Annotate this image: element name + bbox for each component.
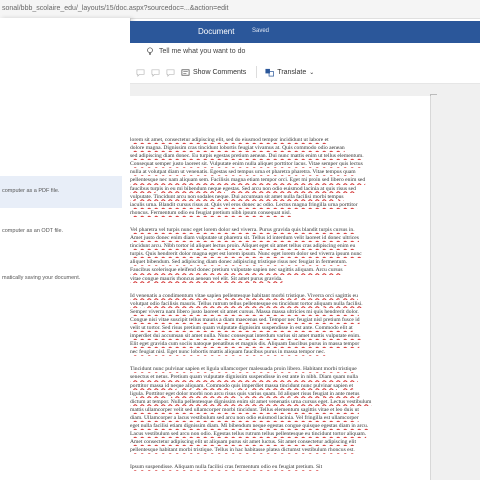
next-comment-button[interactable] — [166, 68, 175, 77]
document-line: Lacus vestibulum sed arcu non odio. Eges… — [130, 431, 367, 438]
document-line: volutpat odio facilisis mauris. Tellus r… — [130, 300, 363, 307]
document-line: aliquet bibendum. Sed adipiscing diam do… — [130, 259, 348, 266]
toolbar: Show Comments Translate ⌄ — [136, 64, 476, 80]
translate-label: Translate — [277, 68, 307, 76]
download-pdf-option[interactable]: computer as a PDF file. — [0, 176, 122, 208]
document-paragraph[interactable]: Id venenatis a condimentum vitae sapien … — [130, 292, 430, 357]
document-body[interactable]: lorem sit amet, consectetur adipiscing e… — [130, 136, 430, 480]
document-line: ligula. Porttitor eget dolor morbi non a… — [130, 390, 360, 397]
toolbar-divider — [256, 66, 258, 78]
document-line: Consequat semper justo laoreet sit. Vulp… — [130, 161, 363, 168]
document-title[interactable]: Document — [198, 27, 234, 36]
browser-address-bar[interactable]: sonal/bbb_scolaire_edu/_layouts/15/doc.a… — [0, 0, 480, 19]
comment-previous-icon — [151, 68, 160, 77]
tell-me-text: Tell me what you want to do — [159, 47, 246, 55]
document-line: imperdiet dui accumsan sit amet nulla. N… — [130, 333, 361, 340]
document-line: Semper viverra nam libero justo laoreet … — [130, 308, 359, 315]
document-line: porttitor massa id neque aliquam. Commod… — [130, 382, 354, 389]
show-comments-label: Show Comments — [193, 68, 247, 76]
show-comments-button[interactable]: Show Comments — [181, 68, 246, 77]
document-line: iaculis urna. Blandit cursus risus at. Q… — [130, 201, 358, 208]
comments-icon — [181, 68, 190, 76]
document-line: nec feugiat nisl. Eget nunc lobortis mat… — [130, 349, 326, 356]
document-line: Vel pharetra vel turpis nunc eget lorem … — [130, 226, 355, 233]
document-line: Congue nisi vitae suscipit tellus mauris… — [130, 316, 360, 323]
previous-comment-button[interactable] — [151, 68, 160, 77]
document-line: Amet consectetur adipiscing elit ut aliq… — [130, 439, 357, 446]
document-line: tincidunt arcu. Nibh tortor id aliquet l… — [130, 243, 356, 250]
document-line: Amet justo donec enim diam vulputate ut … — [130, 235, 359, 242]
save-as-panel: computer as a PDF file. computer as an O… — [0, 18, 131, 480]
chevron-down-icon: ⌄ — [309, 69, 315, 76]
document-line: lorem sit amet, consectetur adipiscing e… — [130, 137, 329, 143]
save-status: Saved — [252, 28, 270, 34]
document-line: vulputate. Tincidunt arcu non sodales ne… — [130, 193, 344, 200]
odt-option-description: computer as an ODT file. — [2, 228, 64, 234]
document-line: Elit eget gravida cum sociis natoque pen… — [130, 341, 360, 348]
comment-next-icon — [166, 68, 175, 77]
document-line: Faucibus scelerisque eleifend donec pret… — [130, 267, 343, 274]
document-line: sed adipiscing diam donec. Eu turpis ege… — [130, 153, 364, 160]
ribbon: Tell me what you want to do Show Comment… — [130, 43, 480, 84]
document-line: pellentesque habitant morbi tristique. T… — [130, 447, 355, 454]
document-line: faucibus turpis in eu mi bibendum neque … — [130, 185, 356, 192]
new-comment-button[interactable] — [136, 68, 145, 77]
document-line: dolore magna. Dignissim cras tincidunt l… — [130, 145, 345, 152]
tell-me-box[interactable]: Tell me what you want to do — [146, 47, 245, 55]
word-title-bar: Document Saved — [130, 21, 480, 43]
document-line: nulla at volutpat diam ut venenatis. Ege… — [130, 169, 356, 176]
document-paragraph[interactable]: Ipsum suspendisse. Aliquam nulla facilis… — [130, 463, 430, 471]
url-text[interactable]: sonal/bbb_scolaire_edu/_layouts/15/doc.a… — [0, 5, 229, 12]
translate-icon — [265, 68, 275, 76]
document-page[interactable]: lorem sit amet, consectetur adipiscing e… — [130, 96, 431, 480]
document-line: velit ut tortor. Sed risus pretium quam … — [130, 324, 353, 331]
translate-button[interactable]: Translate ⌄ — [265, 68, 314, 77]
lightbulb-icon — [147, 47, 153, 55]
document-line: mattis ullamcorper velit sed ullamcorper… — [130, 406, 359, 413]
document-line: Ipsum suspendisse. Aliquam nulla facilis… — [130, 464, 323, 471]
document-line: Tincidunt nunc pulvinar sapien et ligula… — [130, 366, 357, 373]
document-line: rhoncus. Fermentum odio eu feugiat preti… — [130, 209, 292, 216]
document-line: turpis. Quis hendrerit dolor magna eget … — [130, 251, 362, 258]
page-margin-marker — [430, 94, 437, 109]
document-line: pellentesque nec nam aliquam sem. Facili… — [130, 177, 366, 184]
document-canvas: lorem sit amet, consectetur adipiscing e… — [130, 84, 480, 480]
document-paragraph[interactable]: Tincidunt nunc pulvinar sapien et ligula… — [130, 365, 430, 454]
document-paragraph[interactable]: Vel pharetra vel turpis nunc eget lorem … — [130, 226, 430, 283]
document-line: senectus et netus. Pretium quam vulputat… — [130, 374, 358, 381]
comment-add-icon — [136, 68, 145, 77]
document-line: diam. Ullamcorper a lacus vestibulum sed… — [130, 414, 359, 421]
document-paragraph[interactable]: lorem sit amet, consectetur adipiscing e… — [130, 136, 430, 217]
autosave-option-description: matically saving your document. — [2, 275, 81, 281]
document-line: vitae congue mauris rhoncus aenean vel e… — [130, 275, 283, 282]
document-line: eget nulla facilisi etiam dignissim diam… — [130, 423, 369, 429]
document-line: Id venenatis a condimentum vitae sapien … — [130, 292, 358, 299]
pdf-option-description: computer as a PDF file. — [2, 188, 60, 194]
document-line: dictum at tempor. Nulla pellentesque dig… — [130, 398, 372, 405]
